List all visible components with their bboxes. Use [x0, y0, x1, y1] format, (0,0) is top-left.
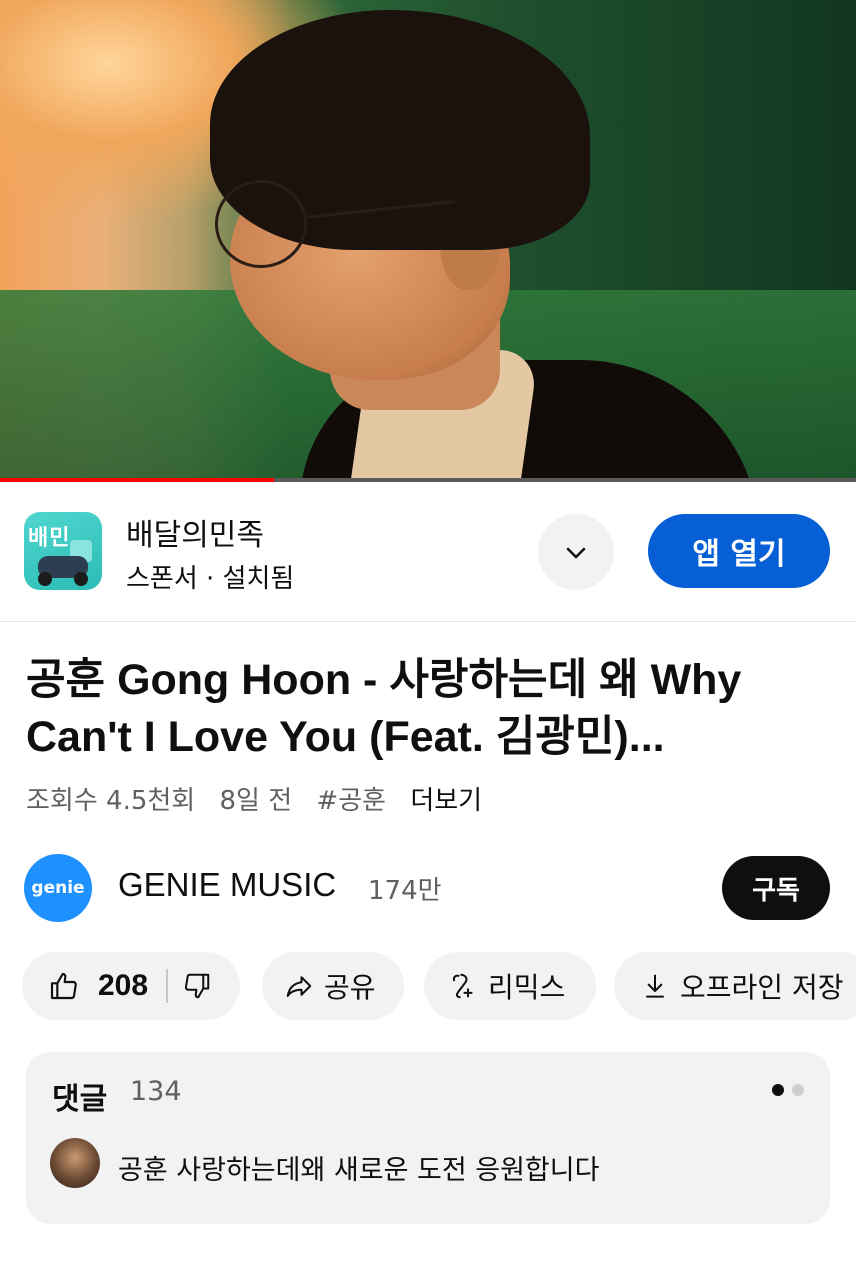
more-link[interactable]: 더보기 [410, 786, 482, 816]
video-figure-glasses [215, 180, 307, 268]
like-count[interactable]: 208 [98, 969, 148, 1003]
comments-title: 댓글 [52, 1082, 108, 1117]
top-comment-text: 공훈 사랑하는데왜 새로운 도전 응원합니다 [118, 1155, 600, 1186]
video-metadata[interactable]: 조회수 4.5천회 8일 전 #공훈 더보기 [26, 780, 498, 817]
share-icon [286, 976, 312, 997]
comments-panel[interactable]: 댓글 134 공훈 사랑하는데왜 새로운 도전 응원합니다 [26, 1052, 830, 1224]
thumbs-up-icon[interactable] [48, 970, 80, 1002]
offline-save-label: 오프라인 저장 [680, 971, 844, 1004]
download-icon [646, 974, 664, 998]
remix-label: 리믹스 [488, 971, 566, 1004]
expand-sponsor-button[interactable] [538, 514, 614, 590]
sponsor-subtitle: 스폰서 · 설치됨 [126, 564, 295, 594]
app-icon-wheel [74, 572, 88, 586]
app-icon-lettering: 배민 [28, 526, 71, 551]
app-icon-wheel [38, 572, 52, 586]
offline-save-button[interactable]: 오프라인 저장 [614, 952, 856, 1020]
indicator-dot-active [772, 1084, 784, 1096]
share-button[interactable]: 공유 [262, 952, 404, 1020]
open-app-button[interactable]: 앱 열기 [648, 514, 830, 588]
chevron-down-icon [566, 547, 586, 559]
video-player[interactable] [0, 0, 856, 480]
indicator-dot [792, 1084, 804, 1096]
like-divider [166, 969, 169, 1003]
sponsor-app-name: 배달의민족 [126, 518, 264, 553]
subscribe-button[interactable]: 구독 [722, 856, 830, 920]
share-label: 공유 [324, 971, 376, 1004]
thumbs-down-icon[interactable] [182, 971, 212, 1001]
subscriber-count: 174만 [368, 876, 442, 906]
remix-icon [452, 973, 473, 999]
like-dislike-pill: 208 [22, 952, 240, 1020]
baemin-app-icon: 배민 [24, 512, 102, 590]
view-count: 조회수 4.5천회 [26, 786, 196, 816]
sponsor-card[interactable]: 배민 배달의민족 스폰서 · 설치됨 앱 열기 [0, 482, 856, 622]
channel-name[interactable]: GENIE MUSIC [118, 866, 336, 904]
commenter-avatar [50, 1138, 100, 1188]
comment-carousel-indicator [772, 1084, 804, 1096]
channel-avatar[interactable]: genie [24, 854, 92, 922]
video-title[interactable]: 공훈 Gong Hoon - 사랑하는데 왜 Why Can't I Love … [26, 652, 826, 766]
remix-button[interactable]: 리믹스 [424, 952, 596, 1020]
hashtag-link[interactable]: #공훈 [316, 786, 386, 816]
upload-age: 8일 전 [219, 786, 293, 816]
comments-count: 134 [130, 1076, 182, 1107]
